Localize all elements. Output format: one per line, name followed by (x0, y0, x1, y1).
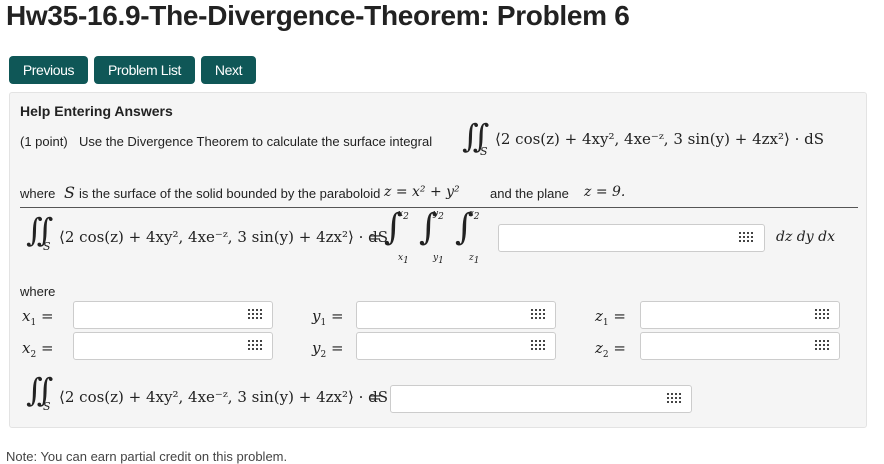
vector-field: ⟨2 cos(z) + 4xy², 4xe⁻ᶻ, 3 sin(y) + 4zx²… (59, 388, 389, 406)
equation-editor-icon[interactable] (531, 340, 545, 352)
equation-editor-icon[interactable] (815, 309, 829, 321)
limit-y2: y2 (433, 209, 444, 222)
surface-description: is the surface of the solid bounded by t… (79, 186, 381, 201)
points-label: (1 point) (20, 134, 68, 149)
x1-label: x1 = (22, 307, 54, 328)
surface-subscript: S (43, 400, 51, 413)
help-entering-answers-link[interactable]: Help Entering Answers (20, 103, 173, 119)
integrand-input[interactable] (498, 224, 765, 252)
y1-label: y1 = (312, 307, 344, 328)
where-text: where (20, 186, 56, 201)
plane-equation: z = 9. (584, 184, 626, 200)
divider (20, 207, 858, 208)
where-label: where (20, 284, 56, 299)
problem-statement: Use the Divergence Theorem to calculate … (79, 134, 433, 149)
z2-label: z2 = (595, 339, 626, 360)
previous-button[interactable]: Previous (9, 56, 88, 84)
z1-input[interactable] (640, 301, 840, 329)
equation-editor-icon[interactable] (815, 340, 829, 352)
paraboloid-equation: z = x² + y² (384, 184, 460, 200)
x2-input[interactable] (73, 332, 273, 360)
differentials: dz dy dx (776, 229, 835, 245)
y2-label: y2 = (312, 339, 344, 360)
y1-input[interactable] (356, 301, 556, 329)
limit-z2: z2 (469, 209, 480, 222)
limit-x2: x2 (398, 209, 409, 222)
equation-editor-icon[interactable] (248, 309, 262, 321)
equals-sign: = (369, 388, 382, 406)
equals-sign: = (369, 228, 382, 246)
next-button[interactable]: Next (201, 56, 256, 84)
equation-editor-icon[interactable] (739, 232, 753, 244)
x2-label: x2 = (22, 339, 54, 360)
surface-subscript: S (480, 145, 488, 158)
equation-editor-icon[interactable] (531, 309, 545, 321)
limit-x1: x1 (398, 253, 409, 266)
final-answer-input[interactable] (390, 385, 692, 413)
and-the-plane-text: and the plane (490, 186, 569, 201)
equation-editor-icon[interactable] (667, 393, 681, 405)
page-title: Hw35-16.9-The-Divergence-Theorem: Proble… (6, 0, 630, 31)
surface-var: S (64, 183, 75, 202)
problem-panel: Help Entering Answers (1 point) Use the … (9, 92, 867, 428)
z2-input[interactable] (640, 332, 840, 360)
problem-list-button[interactable]: Problem List (94, 56, 195, 84)
x1-input[interactable] (73, 301, 273, 329)
z1-label: z1 = (595, 307, 626, 328)
limit-z1: z1 (469, 253, 480, 266)
equation-editor-icon[interactable] (248, 340, 262, 352)
y2-input[interactable] (356, 332, 556, 360)
surface-subscript: S (43, 240, 51, 253)
limit-y1: y1 (433, 253, 444, 266)
vector-field: ⟨2 cos(z) + 4xy², 4xe⁻ᶻ, 3 sin(y) + 4zx²… (495, 130, 825, 148)
vector-field: ⟨2 cos(z) + 4xy², 4xe⁻ᶻ, 3 sin(y) + 4zx²… (59, 228, 389, 246)
